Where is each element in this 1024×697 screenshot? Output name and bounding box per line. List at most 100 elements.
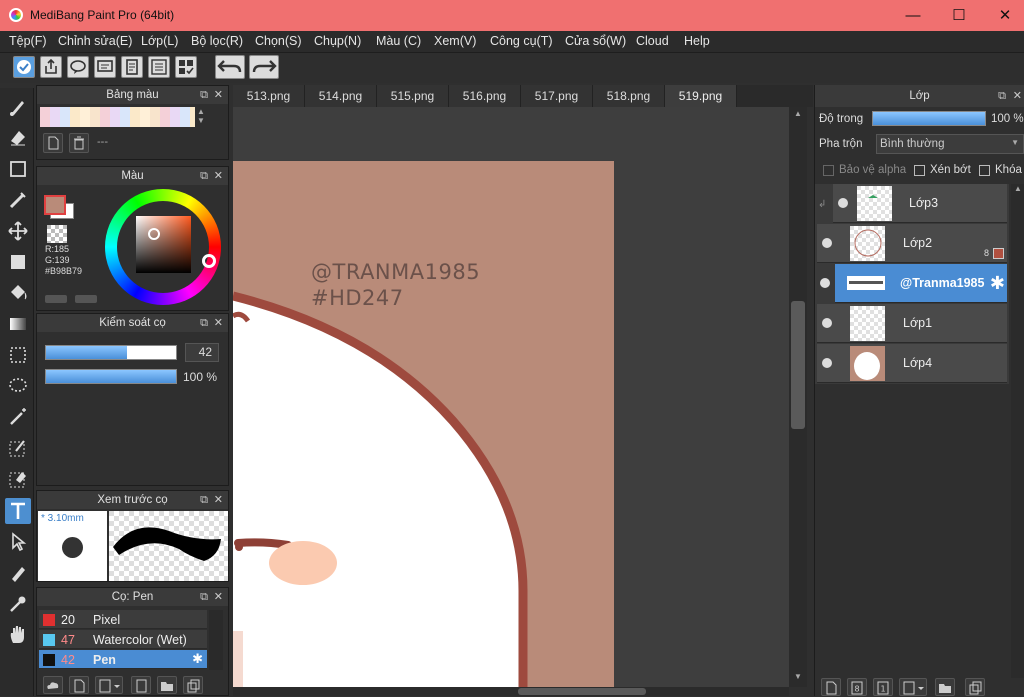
layer-folder-button[interactable] xyxy=(935,678,955,696)
tab-518[interactable]: 518.png xyxy=(593,85,665,107)
tab-516[interactable]: 516.png xyxy=(449,85,521,107)
grid-button[interactable] xyxy=(175,56,197,78)
close-icon[interactable]: ✕ xyxy=(214,491,223,509)
chat-button[interactable] xyxy=(94,56,116,78)
brush-size-value[interactable]: 42 xyxy=(185,343,219,362)
lasso-tool[interactable] xyxy=(5,373,31,399)
canvas-viewport[interactable]: @TRANMA1985 #HD247 xyxy=(233,107,789,687)
shape-tool[interactable] xyxy=(5,156,31,182)
menu-file[interactable]: Tệp(F) xyxy=(9,34,47,48)
comment-button[interactable] xyxy=(67,56,89,78)
brush-cloud-button[interactable] xyxy=(43,676,63,694)
share-button[interactable] xyxy=(40,56,62,78)
artwork-canvas[interactable]: @TRANMA1985 #HD247 xyxy=(233,161,614,687)
document-button[interactable] xyxy=(121,56,143,78)
scroll-up-arrow-icon[interactable]: ▲ xyxy=(794,109,802,118)
clipping-checkbox[interactable] xyxy=(914,165,925,176)
palette-scroll[interactable]: ▲ ▼ xyxy=(197,107,205,127)
menu-snap[interactable]: Chụp(N) xyxy=(314,34,361,48)
menu-help[interactable]: Help xyxy=(684,34,710,48)
brush-add-dropdown[interactable] xyxy=(95,676,123,694)
menu-view[interactable]: Xem(V) xyxy=(434,34,476,48)
canvas-vertical-scrollbar[interactable]: ▲ ▼ xyxy=(789,107,807,687)
minimize-button[interactable]: — xyxy=(890,0,936,31)
color-mode-button-b[interactable] xyxy=(75,295,97,303)
delete-palette-button[interactable] xyxy=(69,133,89,153)
menu-layer[interactable]: Lớp(L) xyxy=(141,34,178,48)
close-button[interactable]: ✕ xyxy=(982,0,1024,31)
new-1bit-layer-button[interactable]: 1 xyxy=(873,678,893,696)
brush-list-scrollbar[interactable] xyxy=(209,610,223,670)
layer-item-lop4[interactable]: Lớp4 xyxy=(817,344,1007,383)
menu-color[interactable]: Màu (C) xyxy=(376,34,421,48)
undo-button[interactable] xyxy=(215,55,245,79)
add-layer-dropdown[interactable] xyxy=(899,678,927,696)
brush-folder-button[interactable] xyxy=(157,676,177,694)
menu-cloud[interactable]: Cloud xyxy=(636,34,669,48)
eye-icon[interactable] xyxy=(822,238,832,248)
canvas-horizontal-scrollbar[interactable] xyxy=(233,687,789,696)
tab-519[interactable]: 519.png xyxy=(665,85,737,107)
float-icon[interactable]: ⧉ xyxy=(998,85,1006,107)
scroll-up-arrow-icon[interactable]: ▲ xyxy=(1011,184,1024,193)
float-icon[interactable]: ⧉ xyxy=(200,167,208,185)
select-eraser-tool[interactable] xyxy=(5,466,31,492)
settings-gear-icon[interactable]: ✱ xyxy=(192,651,203,667)
blend-mode-select[interactable]: Bình thường ▼ xyxy=(876,134,1024,154)
select-tool[interactable] xyxy=(5,342,31,368)
move-tool[interactable] xyxy=(5,218,31,244)
color-mode-button-a[interactable] xyxy=(45,295,67,303)
checklist-button[interactable] xyxy=(148,56,170,78)
tab-513[interactable]: 513.png xyxy=(233,85,305,107)
brush-duplicate-button[interactable] xyxy=(183,676,203,694)
cloud-check-button[interactable] xyxy=(13,56,35,78)
new-8bit-layer-button[interactable]: 8 xyxy=(847,678,867,696)
brush-new-button[interactable] xyxy=(69,676,89,694)
eye-icon[interactable] xyxy=(820,278,830,288)
scroll-down-arrow-icon[interactable]: ▼ xyxy=(794,672,802,681)
duplicate-layer-button[interactable] xyxy=(965,678,985,696)
hand-tool[interactable] xyxy=(5,622,31,648)
vertical-scroll-thumb[interactable] xyxy=(791,301,805,429)
close-icon[interactable]: ✕ xyxy=(214,167,223,185)
fill-rect-tool[interactable] xyxy=(5,249,31,275)
close-icon[interactable]: ✕ xyxy=(214,588,223,606)
gradient-tool[interactable] xyxy=(5,311,31,337)
menu-tools[interactable]: Công cụ(T) xyxy=(490,34,553,48)
eye-icon[interactable] xyxy=(838,198,848,208)
eye-icon[interactable] xyxy=(822,318,832,328)
brush-settings-button[interactable] xyxy=(131,676,151,694)
float-icon[interactable]: ⧉ xyxy=(200,491,208,509)
float-icon[interactable]: ⧉ xyxy=(200,314,208,332)
saturation-value-square[interactable] xyxy=(136,216,191,273)
new-palette-button[interactable] xyxy=(43,133,63,153)
brush-item-watercolor[interactable]: 47 Watercolor (Wet) xyxy=(39,630,207,649)
eraser-tool[interactable] xyxy=(5,125,31,151)
maximize-button[interactable]: ☐ xyxy=(936,0,982,31)
new-layer-button[interactable] xyxy=(821,678,841,696)
sv-picker-handle[interactable] xyxy=(148,228,160,240)
menu-window[interactable]: Cửa sổ(W) xyxy=(565,34,626,48)
layer-item-tranma1985[interactable]: @Tranma1985 ✱ xyxy=(820,264,1007,303)
tab-514[interactable]: 514.png xyxy=(305,85,377,107)
bucket-tool[interactable] xyxy=(5,280,31,306)
float-icon[interactable]: ⧉ xyxy=(200,588,208,606)
eye-icon[interactable] xyxy=(822,358,832,368)
float-icon[interactable]: ⧉ xyxy=(200,86,208,104)
layer-item-lop2[interactable]: Lớp2 8 xyxy=(817,224,1007,263)
tab-515[interactable]: 515.png xyxy=(377,85,449,107)
close-icon[interactable]: ✕ xyxy=(1013,85,1022,107)
select-pen-tool[interactable] xyxy=(5,435,31,461)
brush-opacity-slider[interactable] xyxy=(45,369,177,384)
brush-item-pen[interactable]: 42 Pen ✱ xyxy=(39,650,207,669)
close-icon[interactable]: ✕ xyxy=(214,314,223,332)
operation-tool[interactable] xyxy=(5,529,31,555)
primary-color-swatch[interactable] xyxy=(44,195,66,215)
layer-settings-gear-icon[interactable]: ✱ xyxy=(990,273,1005,294)
text-tool[interactable] xyxy=(5,498,31,524)
layer-list-scrollbar[interactable]: ▲ xyxy=(1011,184,1024,678)
layer-item-lop3[interactable]: Lớp3 xyxy=(833,184,1007,223)
protect-alpha-checkbox[interactable] xyxy=(823,165,834,176)
lock-checkbox[interactable] xyxy=(979,165,990,176)
horizontal-scroll-thumb[interactable] xyxy=(518,688,646,695)
